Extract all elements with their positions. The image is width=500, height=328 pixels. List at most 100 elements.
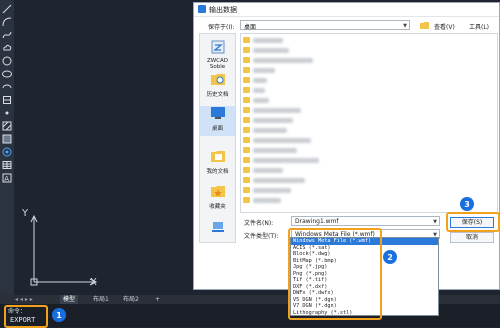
list-item[interactable] [243, 176, 443, 185]
chevron-down-icon: ▼ [433, 219, 437, 225]
place-desktop[interactable]: 桌面 [200, 106, 235, 136]
blurred-filename [253, 148, 297, 153]
list-item[interactable] [243, 136, 443, 145]
desktop-icon [210, 107, 225, 119]
blurred-filename [253, 198, 281, 203]
list-item[interactable] [243, 86, 443, 95]
blurred-filename [253, 48, 289, 53]
zwcad-icon [211, 40, 224, 54]
folder-icon [243, 97, 250, 103]
folder-icon [243, 87, 250, 93]
list-item[interactable] [243, 46, 443, 55]
blurred-filename [253, 58, 313, 63]
documents-folder-icon [210, 151, 225, 162]
ellipse-arc-icon[interactable] [2, 82, 12, 92]
insert-block-icon[interactable] [2, 95, 12, 105]
list-item[interactable] [243, 36, 443, 45]
save-in-value: 桌面 [244, 24, 257, 31]
history-folder-icon [210, 74, 225, 85]
blurred-filename [253, 178, 305, 183]
place-network[interactable] [200, 220, 235, 236]
folder-icon [243, 47, 250, 53]
blurred-filename [253, 188, 291, 193]
blurred-filename [253, 78, 267, 83]
folder-icon [243, 157, 250, 163]
dialog-title-bar: 输出数据 [194, 3, 499, 17]
chevron-down-icon: ▼ [403, 23, 407, 29]
folder-icon [243, 117, 250, 123]
tab-layout2[interactable]: 布局2 [120, 295, 142, 304]
folder-icon [243, 177, 250, 183]
blurred-filename [253, 38, 283, 43]
table-icon[interactable] [2, 160, 12, 170]
folder-icon [243, 197, 250, 203]
list-item[interactable] [243, 186, 443, 195]
curve-icon[interactable] [2, 30, 12, 40]
folder-icon [243, 77, 250, 83]
view-menu[interactable]: 查看(V) [434, 22, 455, 31]
arc-icon[interactable] [2, 17, 12, 27]
tab-add-button[interactable]: + [152, 295, 163, 304]
folder-up-icon[interactable] [420, 21, 429, 29]
list-item[interactable] [243, 196, 443, 205]
highlight-command [4, 305, 48, 328]
svg-text:A: A [4, 175, 9, 183]
axis-x-label: X [90, 277, 97, 288]
list-item[interactable] [243, 156, 443, 165]
blurred-filename [253, 138, 311, 143]
step-badge-3: 3 [460, 197, 474, 211]
list-item[interactable] [243, 126, 443, 135]
list-item[interactable] [243, 146, 443, 155]
cancel-button[interactable]: 取消 [450, 232, 494, 243]
save-in-combo[interactable]: 桌面 ▼ [240, 20, 410, 31]
place-favorites[interactable]: 收藏夹 [200, 184, 235, 210]
file-list[interactable] [240, 33, 498, 213]
tab-nav-arrows[interactable]: ◂ ◂ ▸ ▸ [12, 295, 36, 304]
folder-icon [243, 37, 250, 43]
gradient-icon[interactable] [2, 134, 12, 144]
list-item[interactable] [243, 106, 443, 115]
tab-layout1[interactable]: 布局1 [90, 295, 112, 304]
filename-input[interactable]: Drawing1.wmf ▼ [291, 216, 440, 226]
list-item[interactable] [243, 56, 443, 65]
point-icon[interactable] [2, 108, 12, 118]
region-icon[interactable] [2, 147, 12, 157]
list-item[interactable] [243, 66, 443, 75]
ucs-axis-icon [30, 214, 98, 286]
folder-icon [243, 107, 250, 113]
place-history[interactable]: 历史文档 [200, 72, 235, 98]
folder-icon [243, 147, 250, 153]
list-item[interactable] [243, 116, 443, 125]
tab-model[interactable]: 模型 [60, 295, 79, 304]
blurred-filename [253, 108, 301, 113]
folder-icon [243, 167, 250, 173]
cloud-icon[interactable] [2, 43, 12, 53]
filename-value: Drawing1.wmf [295, 218, 339, 225]
folder-icon [243, 57, 250, 63]
places-bar: ZWCAD Soble 历史文档 桌面 我的文档 收藏夹 [199, 33, 236, 243]
draw-toolbar: A [0, 0, 14, 295]
favorites-folder-icon [210, 186, 225, 197]
circle-icon[interactable] [2, 56, 12, 66]
filetype-label: 文件类型(T): [244, 233, 279, 240]
folder-icon [243, 67, 250, 73]
blurred-filename [253, 128, 287, 133]
mtext-icon[interactable]: A [2, 173, 12, 183]
step-badge-2: 2 [383, 250, 397, 264]
place-my-documents[interactable]: 我的文档 [200, 149, 235, 175]
hatch-icon[interactable] [2, 121, 12, 131]
dialog-title: 输出数据 [209, 6, 237, 14]
step-badge-1: 1 [52, 308, 66, 322]
list-item[interactable] [243, 166, 443, 175]
network-icon [211, 222, 224, 232]
list-item[interactable] [243, 76, 443, 85]
place-zwcad[interactable]: ZWCAD Soble [200, 40, 235, 70]
highlight-save [446, 212, 500, 232]
tools-menu[interactable]: 工具(L) [469, 22, 489, 31]
highlight-filetype [288, 228, 382, 320]
ellipse-icon[interactable] [2, 69, 12, 79]
blurred-filename [253, 68, 275, 73]
list-item[interactable] [243, 96, 443, 105]
folder-icon [243, 137, 250, 143]
line-icon[interactable] [2, 4, 12, 14]
